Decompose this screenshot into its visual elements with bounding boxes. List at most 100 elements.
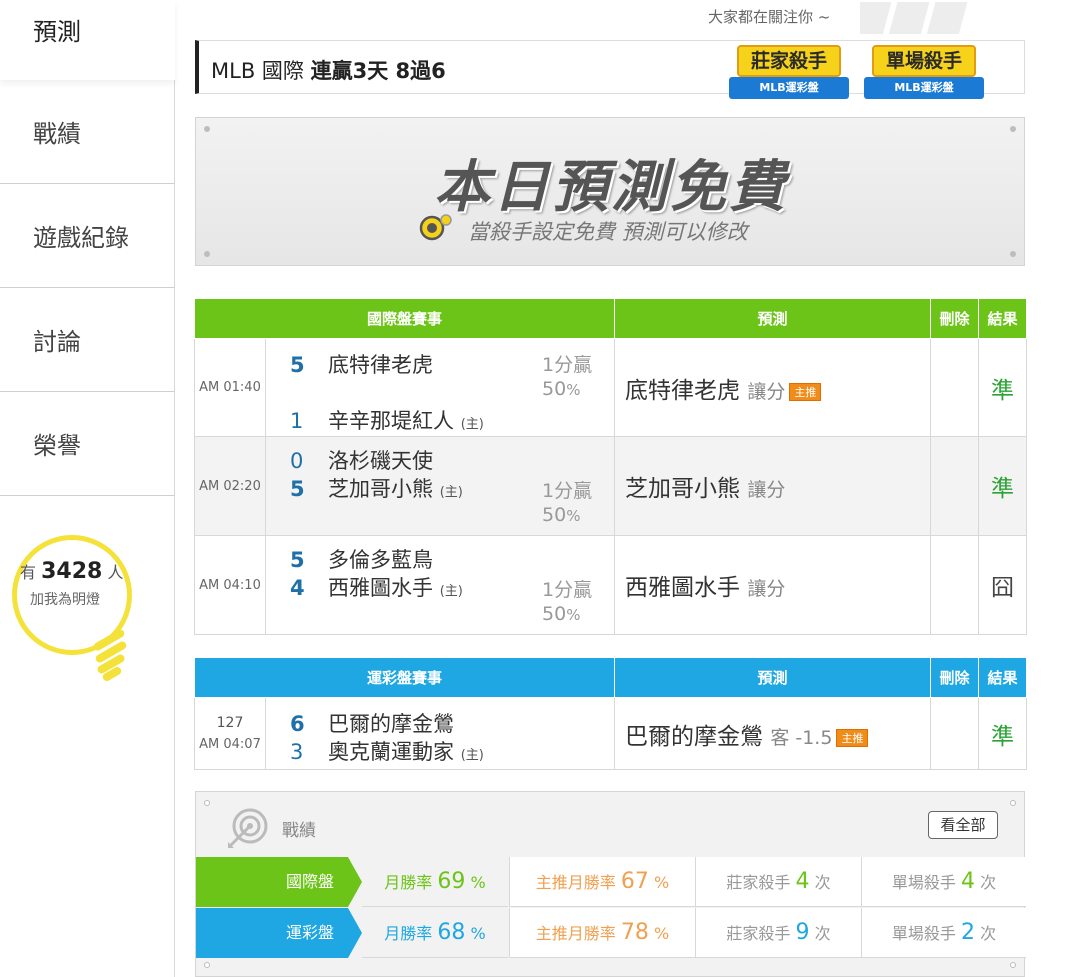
- home-team-line: 5 芝加哥小熊 (主): [290, 473, 463, 503]
- percent-sign: %: [566, 381, 581, 399]
- match-cell: 0 洛杉磯天使 5 芝加哥小熊 (主) 1分贏 50%: [264, 436, 616, 536]
- follow-lightbulb[interactable]: 有 3428 人 加我為明燈: [12, 535, 132, 685]
- spread-percent: 50: [542, 378, 567, 400]
- league-label: MLB 國際: [211, 59, 304, 83]
- page-title: MLB 國際 連贏3天 8過6: [211, 55, 446, 85]
- stat-value: 78: [620, 920, 649, 945]
- rivet-icon: [204, 962, 210, 968]
- banker-killer-count: 莊家殺手 4 次: [695, 857, 861, 907]
- badge-single-killer: 單場殺手 MLB運彩盤: [864, 43, 986, 107]
- row-arrow-icon: [348, 857, 362, 907]
- away-score: 0: [290, 449, 304, 473]
- page-root: 預測 戰績 遊戲紀錄 討論 榮譽 有 3428 人 加我為明燈 大家都在關注你 …: [0, 0, 1080, 977]
- home-score: 4: [290, 576, 305, 600]
- month-win-rate: 月勝率 69 %: [362, 857, 508, 907]
- home-team: 奧克蘭運動家: [328, 740, 454, 764]
- game-time: AM 02:20: [194, 436, 266, 536]
- single-killer-count: 單場殺手 4 次: [861, 857, 1026, 907]
- pick-team: 西雅圖水手: [625, 575, 741, 601]
- match-cell: 6 巴爾的摩金鶯 3 奧克蘭運動家 (主): [264, 697, 616, 770]
- stat-value: 68: [437, 920, 466, 945]
- delete-cell[interactable]: [930, 338, 980, 437]
- home-team: 辛辛那堤紅人: [328, 409, 454, 433]
- follow-cta[interactable]: 加我為明燈: [30, 589, 100, 609]
- fan-count-prefix: 有: [20, 563, 37, 582]
- stat-label: 單場殺手: [891, 924, 956, 943]
- sidebar-item-label: 預測: [33, 18, 81, 46]
- away-team-line: 5 底特律老虎: [290, 349, 433, 379]
- stat-unit: %: [470, 873, 486, 892]
- pick-team: 底特律老虎: [625, 377, 741, 404]
- stat-unit: %: [470, 924, 486, 943]
- stat-label: 月勝率: [384, 924, 433, 943]
- intl-prediction-table: 國際盤賽事 預測 刪除 結果 AM 01:40 5 底特律老虎 1 辛辛那堤紅人 (…: [193, 298, 1028, 635]
- game-time-cell: 127 AM 04:07: [194, 697, 266, 770]
- sidebar-item-record[interactable]: 戰績: [0, 80, 175, 184]
- spread-line: 1分贏: [542, 579, 593, 601]
- sidebar-item-label: 討論: [33, 328, 81, 356]
- table-row: 127 AM 04:07 6 巴爾的摩金鶯 3 奧克蘭運動家 (主) 巴爾的摩金鶯 …: [194, 697, 1028, 770]
- col-header-result: 結果: [978, 657, 1028, 698]
- banker-killer-count: 莊家殺手 9 次: [695, 908, 861, 958]
- stat-value: 67: [620, 869, 649, 894]
- sidebar-item-label: 遊戲紀錄: [33, 224, 129, 252]
- badge-banker-killer: 莊家殺手 MLB運彩盤: [729, 43, 851, 107]
- target-icon: [228, 808, 268, 848]
- home-mark: (主): [439, 485, 463, 500]
- col-header-pick: 預測: [614, 298, 932, 339]
- home-team-line: 4 西雅圖水手 (主): [290, 572, 463, 602]
- home-team: 芝加哥小熊: [328, 477, 433, 501]
- home-score: 1: [290, 409, 304, 433]
- sports-lottery-prediction-table: 運彩盤賽事 預測 刪除 結果 127 AM 04:07 6 巴爾的摩金鶯 3 奧克蘭…: [193, 657, 1028, 770]
- sidebar-item-game-log[interactable]: 遊戲紀錄: [0, 184, 175, 288]
- stat-unit: %: [654, 873, 670, 892]
- coin-icon: [419, 214, 452, 241]
- pick-type: 客 -1.5: [770, 726, 833, 749]
- lightbulb-base-icon: [93, 630, 127, 681]
- away-team: 洛杉磯天使: [328, 449, 433, 473]
- main-pick-badge: 主推: [789, 382, 822, 401]
- watermark-logo: [860, 2, 968, 34]
- percent-sign: %: [566, 606, 581, 624]
- pick-team: 芝加哥小熊: [625, 476, 741, 502]
- away-team: 巴爾的摩金鶯: [328, 712, 454, 736]
- prediction-cell: 底特律老虎 讓分 主推: [614, 338, 932, 437]
- rivet-icon: [1010, 126, 1016, 132]
- away-team: 底特律老虎: [328, 353, 433, 377]
- sidebar-item-discussion[interactable]: 討論: [0, 288, 175, 392]
- fan-count: 有 3428 人: [20, 559, 140, 584]
- stat-value: 2: [961, 920, 975, 945]
- sidebar-item-honor[interactable]: 榮譽: [0, 392, 175, 496]
- col-header-match: 運彩盤賽事: [193, 657, 616, 698]
- prediction-cell: 西雅圖水手 讓分: [614, 535, 932, 635]
- delete-cell[interactable]: [930, 436, 980, 536]
- home-score: 3: [290, 740, 304, 764]
- pick-type: 讓分: [747, 578, 786, 600]
- table-row: AM 01:40 5 底特律老虎 1 辛辛那堤紅人 (主) 1分贏 50% 底特律老虎…: [194, 338, 1028, 437]
- delete-cell[interactable]: [930, 535, 980, 635]
- sidebar-item-label: 榮譽: [33, 432, 81, 460]
- stat-label: 莊家殺手: [726, 924, 791, 943]
- sidebar: 預測 戰績 遊戲紀錄 討論 榮譽 有 3428 人 加我為明燈: [0, 0, 175, 977]
- spread-info: 1分贏 50%: [542, 578, 592, 627]
- stat-label: 主推月勝率: [535, 924, 616, 943]
- col-header-pick: 預測: [614, 657, 932, 698]
- stat-value: 4: [795, 869, 810, 894]
- spread-info: 1分贏 50%: [542, 353, 592, 402]
- prediction-cell: 芝加哥小熊 讓分: [614, 436, 932, 536]
- result-cell: 準: [978, 697, 1028, 770]
- table-row: AM 02:20 0 洛杉磯天使 5 芝加哥小熊 (主) 1分贏 50% 芝加哥小熊 …: [194, 436, 1028, 536]
- stat-label: 單場殺手: [891, 873, 956, 892]
- stat-value: 4: [961, 869, 975, 894]
- home-mark: (主): [439, 584, 463, 599]
- delete-cell[interactable]: [930, 697, 980, 770]
- stat-unit: 次: [980, 873, 997, 892]
- away-team-line: 6 巴爾的摩金鶯: [290, 708, 454, 738]
- table-row: AM 04:10 5 多倫多藍鳥 4 西雅圖水手 (主) 1分贏 50% 西雅圖水手 …: [194, 535, 1028, 635]
- view-all-button[interactable]: 看全部: [928, 811, 998, 839]
- result-cell: 囧: [978, 535, 1028, 635]
- main-pick-badge: 主推: [836, 728, 869, 747]
- result-cell: 準: [978, 338, 1028, 437]
- sidebar-item-predict[interactable]: 預測: [0, 0, 175, 80]
- record-row-label: 運彩盤: [196, 908, 348, 958]
